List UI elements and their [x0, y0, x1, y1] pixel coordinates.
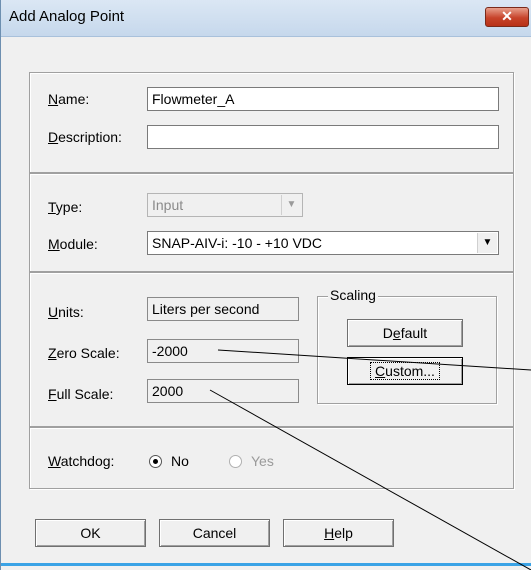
units-label: Units:: [48, 304, 84, 320]
name-label: Name:: [48, 91, 90, 107]
dialog-title: Add Analog Point: [9, 8, 125, 25]
ok-button[interactable]: OK: [35, 519, 146, 547]
cancel-button[interactable]: Cancel: [159, 519, 270, 547]
name-field[interactable]: Flowmeter_A: [147, 87, 499, 111]
full-scale-label: Full Scale:: [48, 386, 114, 402]
type-label: Type:: [48, 199, 83, 215]
watchdog-no-radio[interactable]: [149, 455, 162, 468]
help-button[interactable]: Help: [283, 519, 394, 547]
close-icon: ✕: [501, 8, 513, 24]
watchdog-yes-radio[interactable]: [229, 455, 242, 468]
module-label: Module:: [48, 236, 98, 252]
module-select[interactable]: SNAP-AIV-i: -10 - +10 VDC ▼: [147, 231, 499, 255]
units-field: Liters per second: [147, 297, 299, 321]
watchdog-no-label[interactable]: No: [171, 453, 189, 469]
scaling-label: Scaling: [328, 287, 378, 303]
module-select-value: SNAP-AIV-i: -10 - +10 VDC: [152, 235, 323, 251]
type-select[interactable]: Input ▼: [147, 193, 303, 217]
type-select-value: Input: [152, 197, 184, 213]
custom-button[interactable]: Custom...: [347, 357, 463, 385]
add-analog-point-dialog: Add Analog Point ✕ Name: Flowmeter_A Des…: [0, 0, 531, 570]
chevron-down-icon: ▼: [281, 195, 301, 215]
watchdog-label: Watchdog:: [48, 453, 115, 469]
scaling-groupbox: [317, 296, 497, 404]
zero-scale-field[interactable]: -2000: [147, 339, 299, 363]
description-field[interactable]: [147, 125, 499, 149]
default-button[interactable]: Default: [347, 319, 463, 347]
full-scale-field[interactable]: 2000: [147, 379, 299, 403]
chevron-down-icon[interactable]: ▼: [477, 233, 497, 253]
description-label: Description:: [48, 129, 122, 145]
close-button[interactable]: ✕: [485, 7, 529, 27]
watchdog-yes-label[interactable]: Yes: [251, 453, 274, 469]
zero-scale-label: Zero Scale:: [48, 345, 120, 361]
title-bar[interactable]: Add Analog Point ✕: [1, 0, 531, 37]
type-module-group: [29, 173, 514, 272]
window-bottom-edge: [1, 563, 531, 566]
